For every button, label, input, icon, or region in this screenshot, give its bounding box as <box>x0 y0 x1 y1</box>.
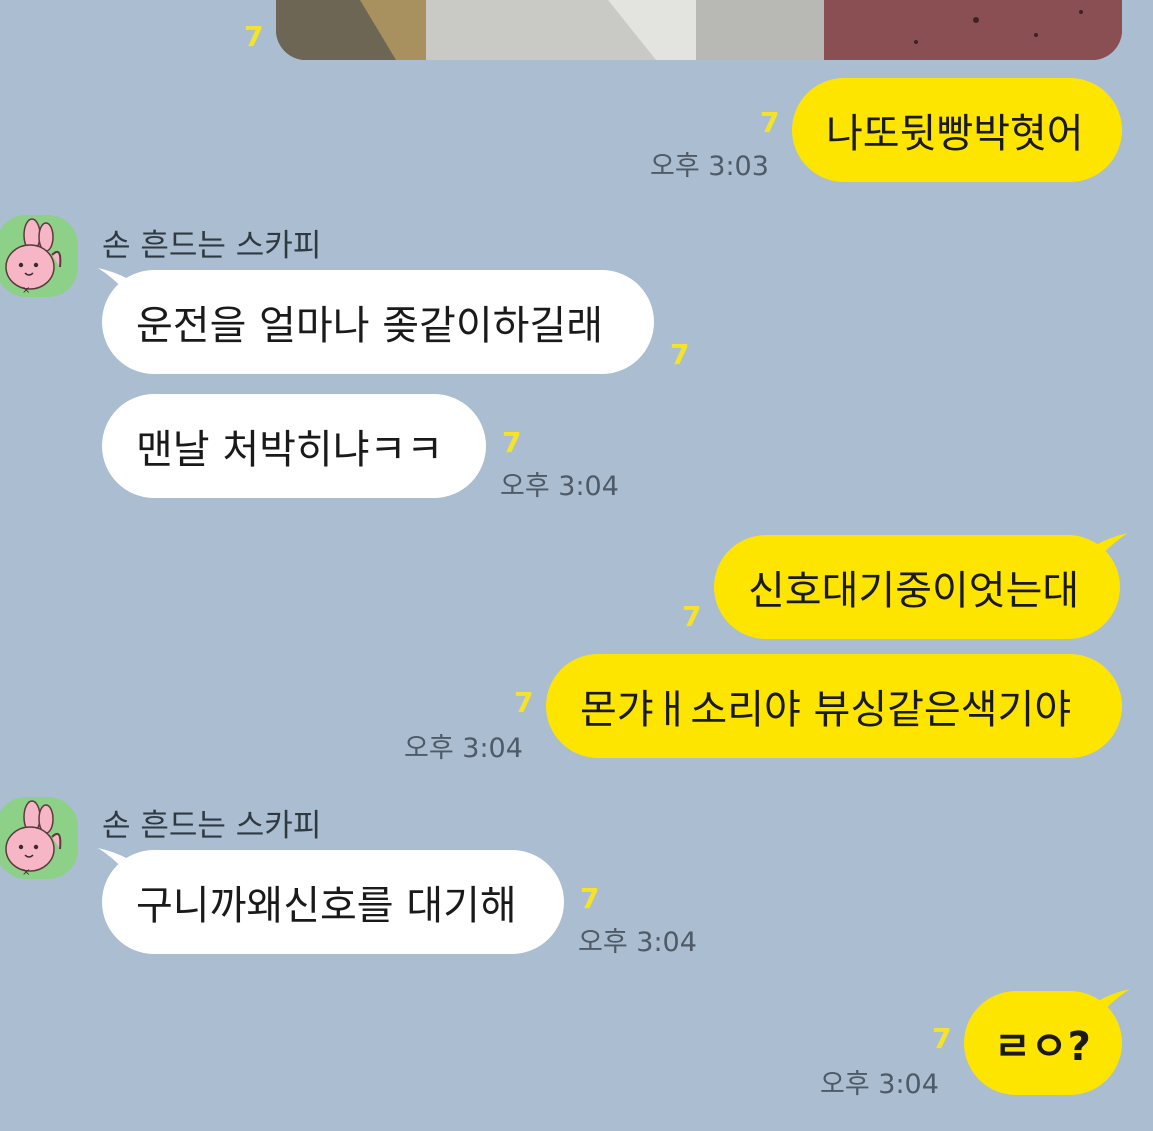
other-message-bubble[interactable]: 맨날 처박히냐ㅋㅋ <box>102 394 486 498</box>
svg-text:×: × <box>22 285 30 296</box>
svg-text:×: × <box>22 867 30 878</box>
pink-rabbit-avatar-icon[interactable]: × <box>0 215 78 297</box>
bubble-tail <box>98 848 130 876</box>
message-text: 몬갸ㅐ소리야 뷰싱같은색기야 <box>580 687 1072 733</box>
message-text: 맨날 처박히냐ㅋㅋ <box>136 427 444 473</box>
unread-count: 7 <box>760 106 780 139</box>
message-time: 오후 3:04 <box>404 733 523 764</box>
sender-name: 손 흔드는 스카피 <box>102 228 322 264</box>
other-message-bubble[interactable]: 구니까왜신호를 대기해 <box>102 850 564 954</box>
bubble-tail <box>1096 533 1128 561</box>
unread-count: 7 <box>580 882 600 915</box>
unread-count: 7 <box>244 20 264 53</box>
unread-count: 7 <box>502 426 522 459</box>
my-message-bubble[interactable]: 몬갸ㅐ소리야 뷰싱같은색기야 <box>546 654 1122 758</box>
my-message-bubble[interactable]: 신호대기중이엇는대 <box>714 535 1120 639</box>
pink-rabbit-avatar-icon[interactable]: × <box>0 797 78 879</box>
unread-count: 7 <box>932 1022 952 1055</box>
message-text: 나또뒷빵박혓어 <box>826 111 1084 157</box>
bubble-tail <box>1098 989 1130 1017</box>
bubble-tail <box>98 268 130 296</box>
message-text: ㄹㅇ? <box>994 1024 1091 1070</box>
message-text: 운전을 얼마나 좆같이하길래 <box>136 303 604 349</box>
unread-count: 7 <box>670 338 690 371</box>
message-text: 구니까왜신호를 대기해 <box>136 883 517 929</box>
sender-name: 손 흔드는 스카피 <box>102 808 322 844</box>
message-time: 오후 3:03 <box>650 151 769 182</box>
message-time: 오후 3:04 <box>578 927 697 958</box>
my-message-bubble[interactable]: 나또뒷빵박혓어 <box>792 78 1122 182</box>
message-time: 오후 3:04 <box>820 1069 939 1100</box>
other-message-bubble[interactable]: 운전을 얼마나 좆같이하길래 <box>102 270 654 374</box>
unread-count: 7 <box>682 600 702 633</box>
photo-message[interactable] <box>276 0 1122 60</box>
unread-count: 7 <box>514 686 534 719</box>
message-time: 오후 3:04 <box>500 471 619 502</box>
message-text: 신호대기중이엇는대 <box>748 568 1080 614</box>
